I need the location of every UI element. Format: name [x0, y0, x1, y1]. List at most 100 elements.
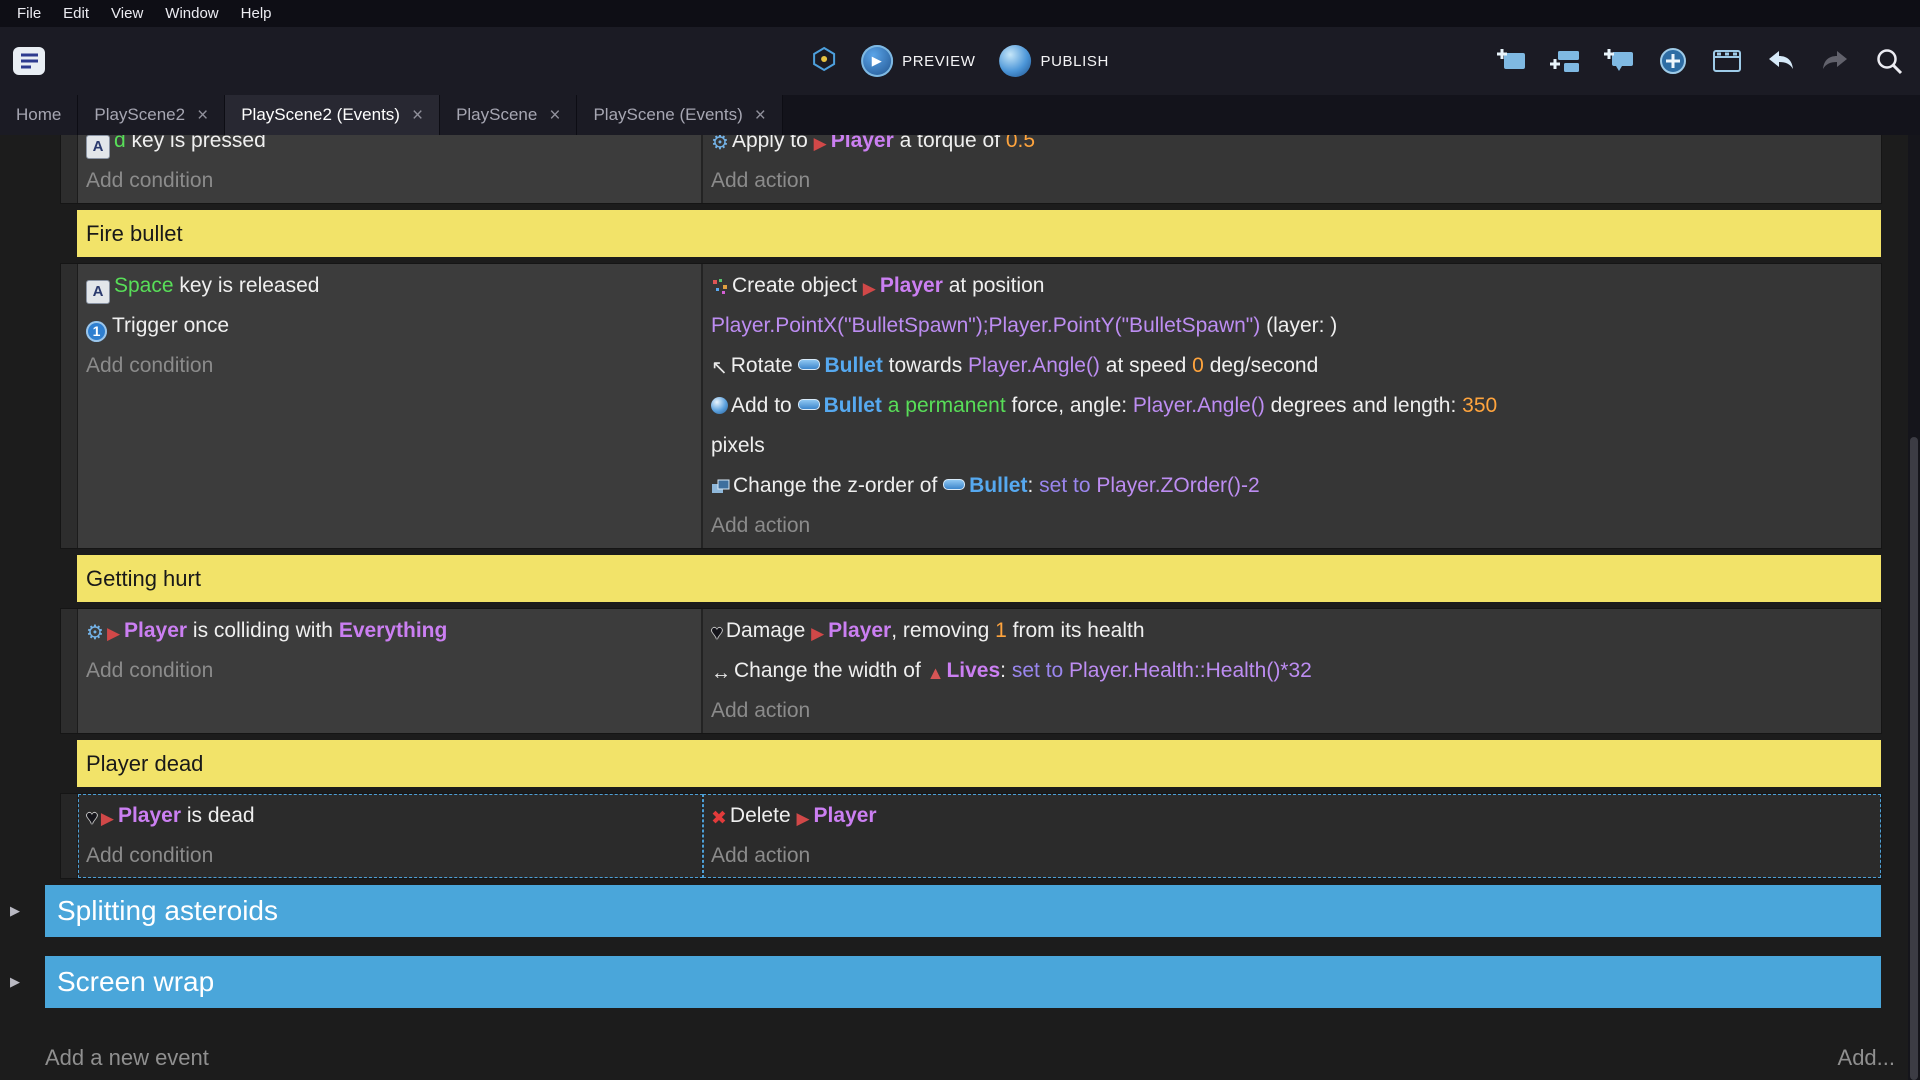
text-segment: : — [1000, 659, 1012, 682]
search-icon[interactable] — [1872, 45, 1906, 77]
tab-close-icon[interactable]: × — [412, 106, 423, 125]
text-segment: key is released — [174, 274, 320, 297]
tab-playscene2[interactable]: PlayScene2× — [78, 95, 225, 135]
text-segment: Change the width of — [734, 659, 927, 682]
add-condition-button[interactable]: Add condition — [86, 651, 691, 691]
action-line[interactable]: ↔Change the width of ▲Lives: set to Play… — [711, 651, 1871, 691]
conditions-cell[interactable]: ASpace key is released1Trigger onceAdd c… — [78, 264, 703, 548]
condition-line[interactable]: ♥▶Player is dead — [86, 796, 691, 836]
add-condition-button[interactable]: Add condition — [86, 836, 691, 876]
menu-item-edit[interactable]: Edit — [52, 5, 100, 22]
tab-home[interactable]: Home — [0, 95, 78, 135]
add-more-button[interactable]: Add... — [1838, 1045, 1895, 1071]
undo-icon[interactable] — [1764, 45, 1798, 77]
collision-icon: ⚙ — [86, 611, 107, 651]
comment-bar[interactable]: Fire bullet — [77, 210, 1881, 257]
action-line[interactable]: ↖Rotate Bullet towards Player.Angle() at… — [711, 346, 1871, 386]
preview-button[interactable]: ▶ PREVIEW — [861, 45, 975, 77]
add-condition-button[interactable]: Add condition — [86, 346, 691, 386]
menu-item-window[interactable]: Window — [154, 5, 229, 22]
conditions-cell[interactable]: ♥▶Player is deadAdd condition — [78, 794, 703, 878]
redo-icon[interactable] — [1818, 45, 1852, 77]
text-segment: , removing — [891, 619, 995, 642]
text-segment: Bullet — [824, 354, 882, 377]
publish-button[interactable]: PUBLISH — [1000, 45, 1109, 77]
tab-close-icon[interactable]: × — [197, 106, 208, 125]
actions-cell[interactable]: Create object ▶Player at position Player… — [703, 264, 1881, 548]
bullet-icon — [798, 346, 824, 386]
text-segment: Change the z-order of — [733, 474, 943, 497]
tab-playscene2-events[interactable]: PlayScene2 (Events)× — [225, 95, 440, 135]
event-drag-handle[interactable] — [61, 609, 78, 733]
preview-label: PREVIEW — [902, 53, 975, 70]
event-row: Ad key is pressedAdd condition⚙Apply to … — [61, 135, 1881, 203]
condition-line[interactable]: ASpace key is released — [86, 266, 691, 306]
keyboard-key-icon: A — [86, 135, 114, 161]
player-icon: ▶ — [863, 266, 880, 306]
add-condition-button[interactable]: Add condition — [86, 161, 691, 201]
tab-playscene-events[interactable]: PlayScene (Events)× — [577, 95, 782, 135]
player-icon: ▶ — [811, 611, 828, 651]
gdevelop-logo-icon[interactable] — [12, 46, 46, 76]
add-event-footer: Add a new event Add... — [0, 1035, 1895, 1080]
menu-item-view[interactable]: View — [100, 5, 154, 22]
add-new-event-button[interactable]: Add a new event — [45, 1045, 209, 1071]
menu-item-file[interactable]: File — [6, 5, 52, 22]
actions-cell[interactable]: ⚙Apply to ▶Player a torque of 0.5Add act… — [703, 135, 1881, 203]
scrollbar-thumb[interactable] — [1910, 437, 1918, 1080]
create-object-icon — [711, 266, 732, 306]
action-line[interactable]: Add to Bullet a permanent force, angle: … — [711, 386, 1871, 466]
event-drag-handle[interactable] — [61, 135, 78, 203]
action-line[interactable]: Create object ▶Player at position Player… — [711, 266, 1871, 346]
rotate-icon: ↖ — [711, 346, 731, 386]
text-segment: Player.PointX("BulletSpawn");Player.Poin… — [711, 314, 1260, 337]
comment-bar[interactable]: Getting hurt — [77, 555, 1881, 602]
add-action-button[interactable]: Add action — [711, 161, 1871, 201]
text-segment: (layer: ) — [1260, 314, 1337, 337]
choose-editor-icon[interactable] — [1710, 45, 1744, 77]
add-action-button[interactable]: Add action — [711, 836, 1871, 876]
comment-bar[interactable]: Player dead — [77, 740, 1881, 787]
lives-icon: ▲ — [927, 651, 947, 691]
condition-line[interactable]: ⚙▶Player is colliding with Everything — [86, 611, 691, 651]
player-icon: ▶ — [796, 796, 813, 836]
add-new-icon[interactable] — [1656, 45, 1690, 77]
group-bar[interactable]: Splitting asteroids — [45, 885, 1881, 937]
action-line[interactable]: Change the z-order of Bullet: set to Pla… — [711, 466, 1871, 506]
tab-close-icon[interactable]: × — [755, 106, 766, 125]
action-line[interactable]: ♥Damage ▶Player, removing 1 from its hea… — [711, 611, 1871, 651]
add-action-button[interactable]: Add action — [711, 691, 1871, 731]
vertical-scrollbar[interactable] — [1908, 135, 1920, 1080]
group-bar[interactable]: Screen wrap — [45, 956, 1881, 1008]
add-event-icon[interactable] — [1494, 45, 1528, 77]
event-drag-handle[interactable] — [61, 794, 78, 878]
add-action-button[interactable]: Add action — [711, 506, 1871, 546]
add-subevent-icon[interactable] — [1548, 45, 1582, 77]
text-segment: d — [114, 135, 126, 152]
menu-item-help[interactable]: Help — [230, 5, 283, 22]
add-comment-icon[interactable] — [1602, 45, 1636, 77]
conditions-cell[interactable]: ⚙▶Player is colliding with EverythingAdd… — [78, 609, 703, 733]
tab-label: Home — [16, 105, 61, 125]
tab-bar: HomePlayScene2×PlayScene2 (Events)×PlayS… — [0, 95, 1920, 135]
force-icon — [711, 386, 731, 426]
event-row: ♥▶Player is deadAdd condition✖Delete ▶Pl… — [61, 794, 1881, 878]
preview-play-icon: ▶ — [861, 45, 893, 77]
condition-line[interactable]: 1Trigger once — [86, 306, 691, 346]
group-collapse-arrow-icon[interactable]: ▶ — [0, 903, 45, 919]
text-segment: set to — [1012, 659, 1069, 682]
text-segment: Player — [880, 274, 943, 297]
text-segment: 1 — [995, 619, 1007, 642]
condition-line[interactable]: Ad key is pressed — [86, 135, 691, 161]
tab-playscene[interactable]: PlayScene× — [440, 95, 577, 135]
action-line[interactable]: ✖Delete ▶Player — [711, 796, 1871, 836]
actions-cell[interactable]: ✖Delete ▶PlayerAdd action — [703, 794, 1881, 878]
event-drag-handle[interactable] — [61, 264, 78, 548]
conditions-cell[interactable]: Ad key is pressedAdd condition — [78, 135, 703, 203]
actions-cell[interactable]: ♥Damage ▶Player, removing 1 from its hea… — [703, 609, 1881, 733]
action-line[interactable]: ⚙Apply to ▶Player a torque of 0.5 — [711, 135, 1871, 161]
group-collapse-arrow-icon[interactable]: ▶ — [0, 974, 45, 990]
text-segment: Player.ZOrder()-2 — [1096, 474, 1259, 497]
toolbar: ▶ PREVIEW PUBLISH — [0, 27, 1920, 95]
tab-close-icon[interactable]: × — [549, 106, 560, 125]
